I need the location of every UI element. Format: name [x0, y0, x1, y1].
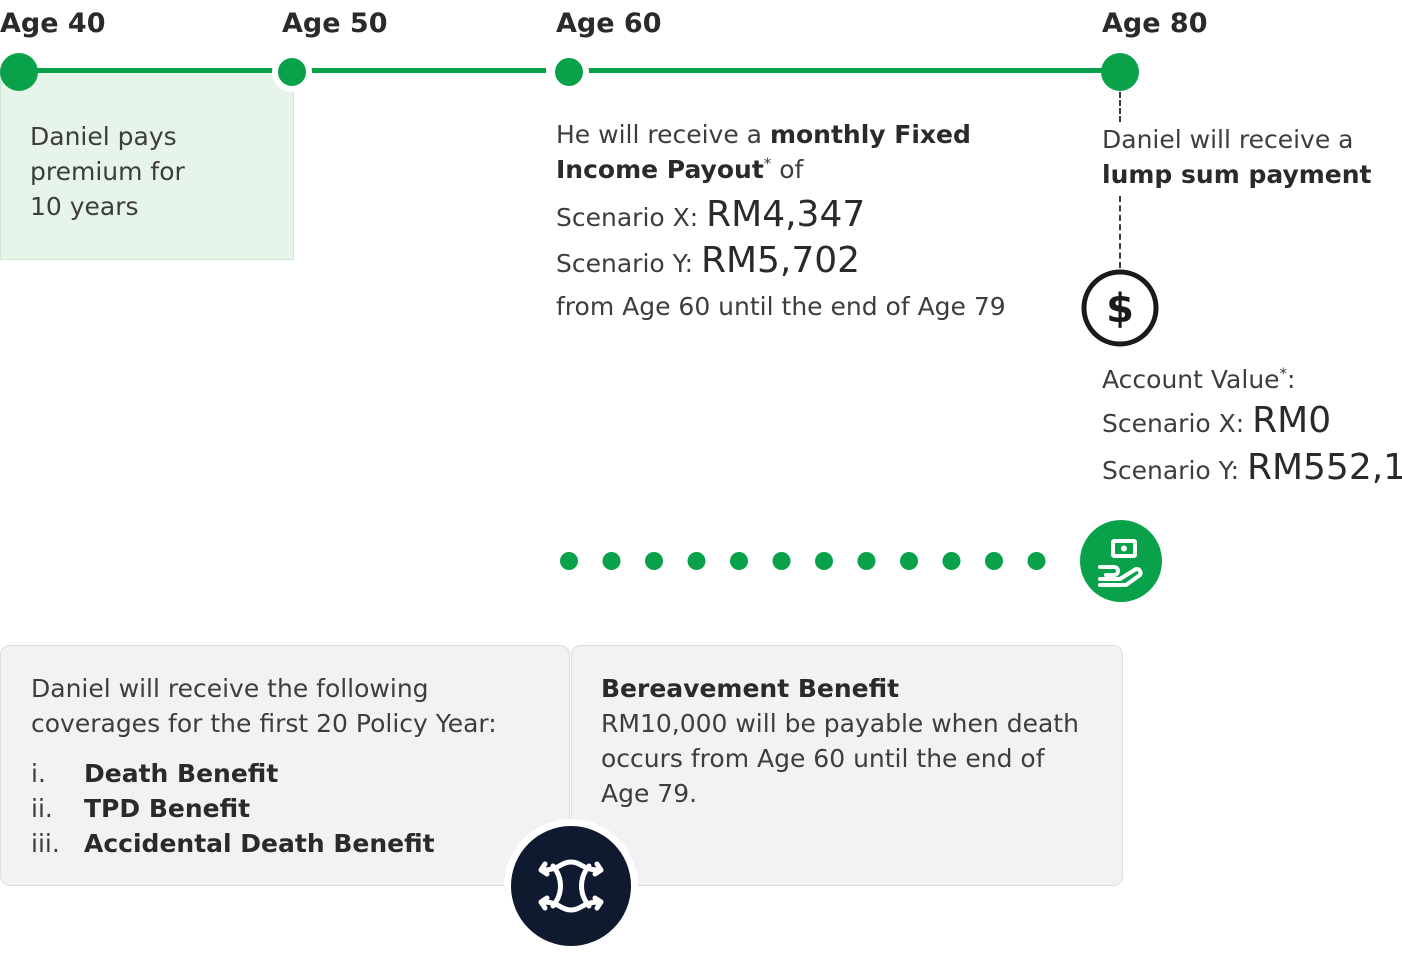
timeline-dot-age-40 [0, 53, 38, 91]
account-value-asterisk: * [1279, 364, 1288, 383]
payout-of: of [771, 155, 804, 184]
payout-intro: He will receive a [556, 120, 770, 149]
lump-sum-bold: lump sum payment [1102, 160, 1372, 189]
payout-dotted-row [559, 551, 1049, 571]
bereavement-line-3: Age 79. [601, 779, 698, 808]
payout-scenario-y-label: Scenario Y: [556, 249, 701, 278]
payout-bold-2: Income Payout [556, 155, 764, 184]
svg-text:$: $ [1106, 286, 1134, 332]
age-50-label: Age 50 [282, 8, 388, 39]
account-scenario-y-value: RM552,110 [1246, 447, 1402, 488]
dollar-coin-icon: $ [1080, 268, 1160, 348]
dashed-connector-bottom [1119, 196, 1121, 268]
account-value-block: Account Value*: Scenario X: RM0 Scenario… [1102, 362, 1402, 493]
timeline-dot-age-50 [272, 52, 312, 92]
hand-receiving-money-icon [1080, 520, 1162, 602]
coverage-list: i. Death Benefit ii. TPD Benefit iii. Accid… [31, 756, 497, 861]
timeline-dot-age-80 [1101, 53, 1139, 91]
coverage-item: ii. TPD Benefit [31, 794, 251, 823]
payout-scenario-x-value: RM4,347 [706, 194, 866, 235]
premium-line-3: 10 years [30, 192, 139, 221]
payout-scenario-y-value: RM5,702 [700, 240, 861, 281]
coverage-item: i. Death Benefit [31, 759, 279, 788]
coverage-line-2: coverages for the first 20 Policy Year: [31, 709, 497, 738]
bereavement-line-1: RM10,000 will be payable when death [601, 709, 1079, 738]
bereavement-title: Bereavement Benefit [601, 674, 900, 703]
lump-sum-line-1: Daniel will receive a [1102, 125, 1354, 154]
payout-bold-1: monthly Fixed [769, 120, 971, 149]
coverage-line-1: Daniel will receive the following [31, 674, 429, 703]
age-60-label: Age 60 [556, 8, 662, 39]
account-value-label: Account Value [1102, 365, 1280, 394]
crossing-arrows-icon [511, 826, 631, 946]
timeline-dot-age-60 [549, 52, 589, 92]
bereavement-line-2: occurs from Age 60 until the end of [601, 744, 1045, 773]
age-40-label: Age 40 [0, 8, 106, 39]
age-80-label: Age 80 [1102, 8, 1208, 39]
premium-line-1: Daniel pays [30, 122, 177, 151]
coverage-item: iii. Accidental Death Benefit [31, 829, 435, 858]
lump-sum-block: Daniel will receive a lump sum payment [1102, 122, 1402, 192]
payout-scenario-x-label: Scenario X: [556, 203, 707, 232]
premium-period-box: Daniel pays premium for 10 years [0, 72, 294, 260]
monthly-payout-block: He will receive a monthly Fixed Income P… [556, 117, 1076, 324]
account-scenario-x-value: RM0 [1252, 400, 1332, 441]
coverage-box: Daniel will receive the following covera… [0, 645, 570, 886]
account-scenario-y-label: Scenario Y: [1102, 456, 1247, 485]
account-scenario-x-label: Scenario X: [1102, 409, 1253, 438]
account-value-colon: : [1287, 365, 1296, 394]
bereavement-box: Bereavement Benefit RM10,000 will be pay… [571, 645, 1123, 886]
premium-line-2: premium for [30, 157, 185, 186]
payout-period: from Age 60 until the end of Age 79 [556, 292, 1006, 321]
dashed-connector-top [1119, 92, 1121, 122]
